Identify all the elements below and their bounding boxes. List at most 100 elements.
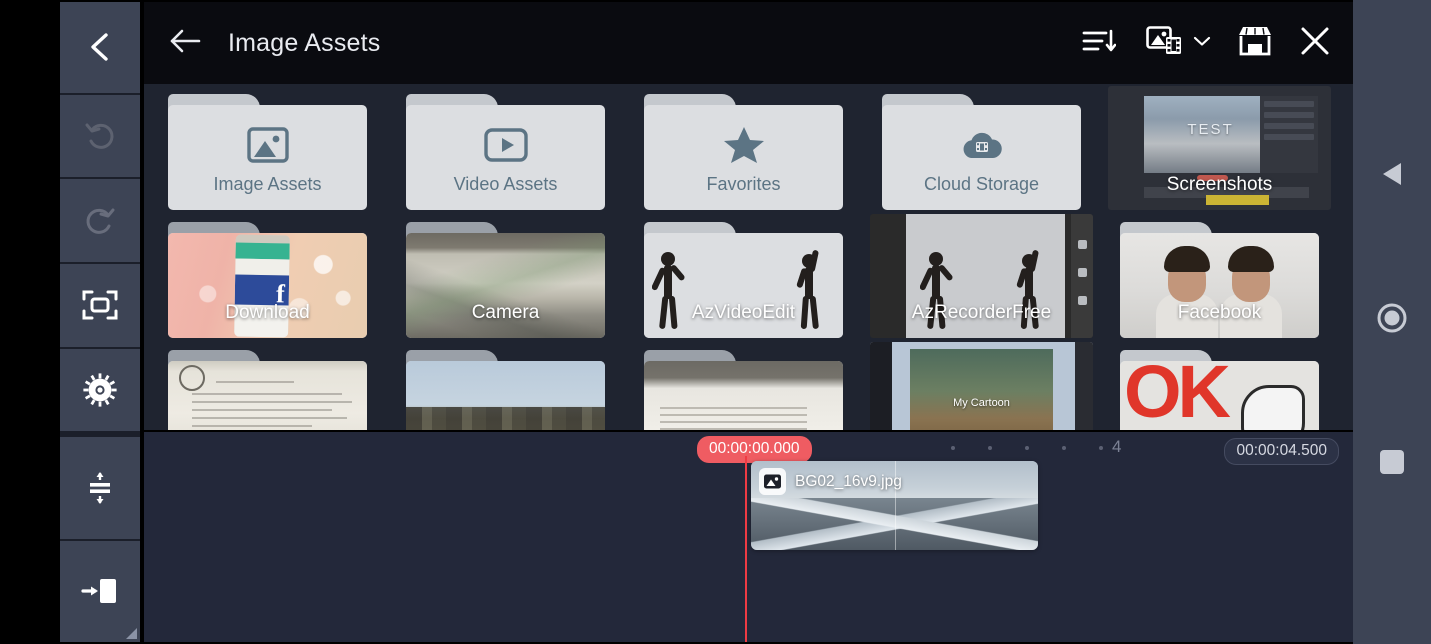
star-icon xyxy=(723,120,765,170)
folder-body xyxy=(406,361,605,430)
folder-azrecorderfree[interactable]: AzRecorderFree xyxy=(870,214,1093,338)
image-icon xyxy=(759,468,786,495)
export-icon xyxy=(80,576,120,606)
folder-documents[interactable] xyxy=(168,350,367,430)
folder-label: Cloud Storage xyxy=(923,174,1040,194)
browser-back-button[interactable] xyxy=(168,28,202,59)
asset-store-button[interactable] xyxy=(1237,25,1273,62)
folder-vehicles[interactable] xyxy=(406,350,605,430)
document-preview-thumbnail xyxy=(168,361,367,430)
asset-store-icon xyxy=(1237,25,1273,62)
undo-icon xyxy=(83,119,117,153)
folder-body: Camera xyxy=(406,233,605,338)
rail-undo-button[interactable] xyxy=(60,94,140,178)
folder-grid: Image Assets Video Assets Favorites Clou… xyxy=(168,86,1353,430)
folder-label: Facebook xyxy=(1177,302,1262,323)
timeline-ruler[interactable]: 4 00:00:00.000 00:00:04.500 xyxy=(144,432,1353,465)
redo-icon xyxy=(83,204,117,238)
folder-my-cartoon[interactable]: My Cartoon xyxy=(870,342,1093,430)
folder-screenshots[interactable]: TEST Screenshots xyxy=(1108,86,1331,210)
ruler-tick-dots xyxy=(951,446,1103,450)
clip-header: BG02_16v9.jpg xyxy=(759,468,902,495)
folder-cloud-storage[interactable]: Cloud Storage xyxy=(882,94,1081,210)
folder-body: Screenshots xyxy=(1120,105,1319,210)
back-triangle-icon xyxy=(1379,160,1405,193)
media-browser-panel: Image Assets Image Assets Video Assets F… xyxy=(144,2,1353,430)
folder-download[interactable]: f Download xyxy=(168,222,367,338)
folder-image-assets[interactable]: Image Assets xyxy=(168,94,367,210)
folder-body: f Download xyxy=(168,233,367,338)
layers-expand-icon xyxy=(83,471,117,505)
rail-fit-to-screen-button[interactable] xyxy=(60,263,140,347)
folder-body xyxy=(882,361,1081,430)
folder-camera[interactable]: Camera xyxy=(406,222,605,338)
page-title: Image Assets xyxy=(228,28,381,57)
ruler-second-label: 4 xyxy=(1112,437,1122,456)
playhead-line[interactable] xyxy=(745,456,747,642)
android-nav-rail xyxy=(1353,0,1431,644)
clip-filename: BG02_16v9.jpg xyxy=(795,472,902,490)
left-black-gutter xyxy=(0,0,58,644)
folder-label: Video Assets xyxy=(453,174,558,194)
image-icon xyxy=(246,120,289,170)
folder-body: Facebook xyxy=(1120,233,1319,338)
gear-icon xyxy=(83,373,117,407)
video-play-icon xyxy=(483,120,528,170)
close-icon xyxy=(1299,25,1331,62)
folder-azvideoedit[interactable]: AzVideoEdit xyxy=(644,222,843,338)
home-circle-icon xyxy=(1376,302,1408,339)
folder-whatsapp[interactable]: WhatsApp xyxy=(644,350,843,430)
rail-settings-button[interactable] xyxy=(60,348,140,432)
folder-label: Screenshots xyxy=(1166,174,1273,195)
folder-label: AzRecorderFree xyxy=(911,302,1052,323)
folder-grid-scroll[interactable]: Image Assets Video Assets Favorites Clou… xyxy=(144,84,1353,430)
sort-descending-icon xyxy=(1082,27,1117,60)
arrow-left-icon xyxy=(168,28,202,59)
whatsapp-animated-preview-thumbnail: OK xyxy=(1120,361,1319,430)
folder-label: Image Assets xyxy=(213,174,322,194)
android-home-button[interactable] xyxy=(1376,302,1408,339)
chevron-left-icon xyxy=(85,30,115,64)
folder-body: OK WhatsApp Animated xyxy=(1120,361,1319,430)
recents-square-icon xyxy=(1380,450,1404,474)
rail-export-button[interactable] xyxy=(60,540,140,642)
folder-video-assets[interactable]: Video Assets xyxy=(406,94,605,210)
folder-body: Image Assets xyxy=(168,105,367,210)
timeline-panel[interactable]: 4 00:00:00.000 00:00:04.500 BG02_16v9.jp… xyxy=(144,432,1353,642)
current-time-badge[interactable]: 00:00:00.000 xyxy=(697,436,812,463)
folder-body: AzRecorderFree xyxy=(882,233,1081,338)
media-browser-header: Image Assets xyxy=(144,2,1353,84)
expand-frame-icon xyxy=(82,289,118,321)
resize-grip[interactable] xyxy=(126,627,137,639)
folder-body: Cloud Storage xyxy=(882,105,1081,210)
folder-label: AzVideoEdit xyxy=(691,302,796,323)
folder-body: Video Assets xyxy=(406,105,605,210)
total-duration-badge: 00:00:04.500 xyxy=(1224,438,1339,465)
kinemaster-app-window: Image Assets Image Assets Video Assets F… xyxy=(0,0,1431,644)
folder-body xyxy=(168,361,367,430)
image-video-filter-icon xyxy=(1146,25,1184,62)
android-recents-button[interactable] xyxy=(1380,450,1404,474)
folder-body: AzVideoEdit xyxy=(644,233,843,338)
folder-favorites[interactable]: Favorites xyxy=(644,94,843,210)
folder-label: Camera xyxy=(471,302,540,323)
folder-label: Favorites xyxy=(706,174,781,194)
editor-tool-rail xyxy=(60,2,140,642)
close-button[interactable] xyxy=(1299,25,1331,62)
media-type-filter-button[interactable] xyxy=(1146,25,1211,62)
rail-back-button[interactable] xyxy=(60,2,140,93)
android-back-button[interactable] xyxy=(1379,160,1405,193)
sort-button[interactable] xyxy=(1082,27,1117,60)
folder-facebook[interactable]: Facebook xyxy=(1120,222,1319,338)
rail-redo-button[interactable] xyxy=(60,179,140,262)
rail-layers-button[interactable] xyxy=(60,437,140,539)
cloud-media-icon xyxy=(959,120,1005,170)
folder-body: Favorites xyxy=(644,105,843,210)
whatsapp-preview-thumbnail xyxy=(644,361,843,430)
folder-whatsapp-animated[interactable]: OK WhatsApp Animated xyxy=(1120,350,1319,430)
chevron-down-icon xyxy=(1193,34,1211,52)
truck-preview-thumbnail xyxy=(406,361,605,430)
folder-body: WhatsApp xyxy=(644,361,843,430)
timeline-clip-bg02[interactable]: BG02_16v9.jpg xyxy=(751,461,1038,550)
folder-label: Download xyxy=(225,302,310,323)
